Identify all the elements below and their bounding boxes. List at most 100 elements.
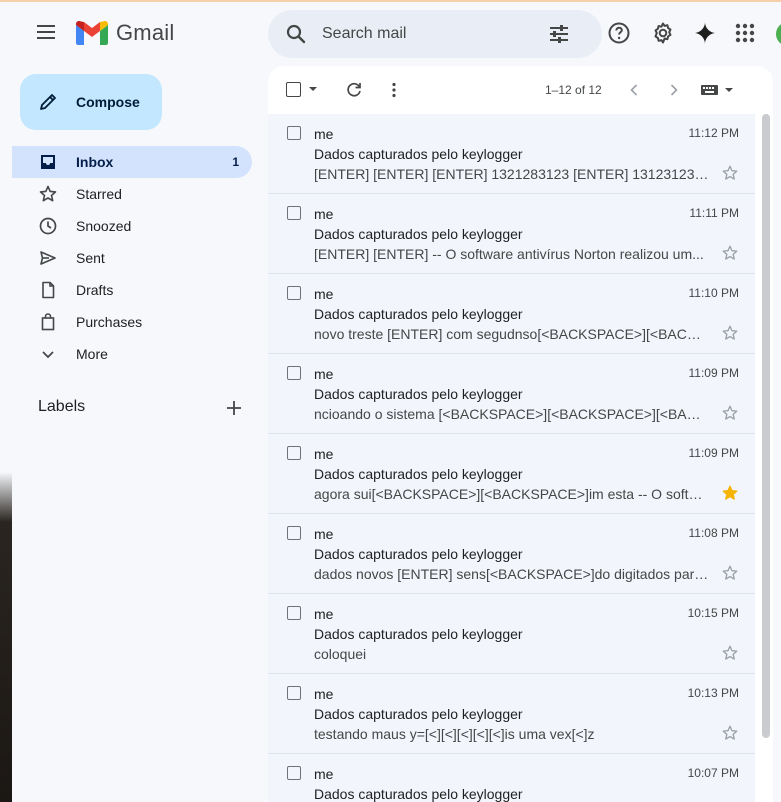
row-checkbox[interactable] <box>287 606 301 620</box>
email-time: 11:09 PM <box>688 446 739 460</box>
email-row[interactable]: me 11:08 PM Dados capturados pelo keylogge… <box>268 514 755 594</box>
email-snippet: novo treste [ENTER] com segudnso[<BACKSP… <box>314 326 710 342</box>
inbox-icon <box>41 155 55 169</box>
email-row[interactable]: me 11:12 PM Dados capturados pelo keylogge… <box>268 114 755 194</box>
row-checkbox[interactable] <box>287 126 301 140</box>
labels-heading: Labels <box>38 398 86 415</box>
select-all-checkbox[interactable] <box>286 82 301 97</box>
clock-icon <box>39 217 57 235</box>
email-snippet: testando maus y=[<][<][<][<][<]is uma ve… <box>314 726 595 742</box>
email-sender: me <box>314 126 334 142</box>
sidebar-item-more[interactable]: More <box>12 338 252 370</box>
compose-label: Compose <box>76 94 140 110</box>
email-row[interactable]: me 10:15 PM Dados capturados pelo keylogge… <box>268 594 755 674</box>
gmail-logo[interactable]: Gmail <box>76 20 174 46</box>
email-snippet: ncioando o sistema [<BACKSPACE>][<BACKSP… <box>314 406 710 422</box>
sidebar-item-purchases[interactable]: Purchases <box>12 306 252 338</box>
sidebar-item-inbox[interactable]: Inbox 1 <box>12 146 252 178</box>
email-time: 11:12 PM <box>688 126 739 140</box>
sidebar-item-starred[interactable]: Starred <box>12 178 252 210</box>
sidebar-item-label: More <box>76 346 108 362</box>
email-time: 10:07 PM <box>687 766 739 780</box>
chevron-right-icon[interactable] <box>664 80 684 100</box>
sidebar-item-drafts[interactable]: Drafts <box>12 274 252 306</box>
apps-grid-icon[interactable] <box>733 21 757 45</box>
unread-count: 1 <box>232 155 239 169</box>
row-checkbox[interactable] <box>287 526 301 540</box>
search-input[interactable] <box>322 23 522 45</box>
chevron-down-icon <box>42 351 54 359</box>
keyboard-icon[interactable] <box>700 80 736 100</box>
star-icon[interactable] <box>721 644 739 662</box>
row-checkbox[interactable] <box>287 206 301 220</box>
message-list-panel: 1–12 of 12 me 11:12 PM Dados capturados pe… <box>268 66 773 802</box>
row-checkbox[interactable] <box>287 366 301 380</box>
sidebar-item-sent[interactable]: Sent <box>12 242 252 274</box>
email-subject: Dados capturados pelo keylogger <box>314 706 523 722</box>
email-subject: Dados capturados pelo keylogger <box>314 786 523 802</box>
email-row[interactable]: me 11:11 PM Dados capturados pelo keylogge… <box>268 194 755 274</box>
sidebar-item-label: Purchases <box>76 314 143 330</box>
email-subject: Dados capturados pelo keylogger <box>314 146 523 162</box>
sidebar-item-label: Inbox <box>76 154 114 170</box>
sidebar-nav: Inbox 1 Starred Snoozed Sent Drafts Purc… <box>12 146 252 370</box>
star-icon[interactable] <box>721 404 739 422</box>
bag-icon <box>41 313 55 331</box>
email-subject: Dados capturados pelo keylogger <box>314 626 523 642</box>
email-row[interactable]: me 11:10 PM Dados capturados pelo keylogge… <box>268 274 755 354</box>
email-row[interactable]: me 10:07 PM Dados capturados pelo keylogge… <box>268 754 755 802</box>
email-sender: me <box>314 446 334 462</box>
avatar[interactable] <box>776 22 781 46</box>
email-subject: Dados capturados pelo keylogger <box>314 386 523 402</box>
scrollbar-thumb[interactable] <box>762 114 770 738</box>
compose-button[interactable]: Compose <box>20 74 162 130</box>
chevron-left-icon[interactable] <box>624 80 644 100</box>
star-icon[interactable] <box>721 324 739 342</box>
email-row[interactable]: me 11:09 PM Dados capturados pelo keylogge… <box>268 434 755 514</box>
email-subject: Dados capturados pelo keylogger <box>314 546 523 562</box>
email-row[interactable]: me 11:09 PM Dados capturados pelo keylogge… <box>268 354 755 434</box>
add-label-icon[interactable] <box>226 400 242 416</box>
gemini-sparkle-icon[interactable] <box>693 21 717 45</box>
search-icon[interactable] <box>284 22 308 46</box>
sidebar-item-label: Sent <box>76 250 105 266</box>
email-time: 11:09 PM <box>688 366 739 380</box>
email-time: 10:15 PM <box>687 606 739 620</box>
row-checkbox[interactable] <box>287 766 301 780</box>
list-toolbar: 1–12 of 12 <box>268 66 773 114</box>
sidebar-item-label: Starred <box>76 186 122 202</box>
email-subject: Dados capturados pelo keylogger <box>314 306 523 322</box>
gear-icon[interactable] <box>651 21 675 45</box>
sidebar-item-snoozed[interactable]: Snoozed <box>12 210 252 242</box>
row-checkbox[interactable] <box>287 286 301 300</box>
refresh-icon[interactable] <box>344 80 364 100</box>
more-vert-icon[interactable] <box>384 80 404 100</box>
app-name: Gmail <box>116 20 175 45</box>
gmail-m-icon <box>76 21 108 45</box>
row-checkbox[interactable] <box>287 686 301 700</box>
sidebar-item-label: Drafts <box>76 282 114 298</box>
email-subject: Dados capturados pelo keylogger <box>314 466 523 482</box>
star-icon[interactable] <box>721 724 739 742</box>
star-icon[interactable] <box>721 244 739 262</box>
tune-icon[interactable] <box>548 23 570 45</box>
desktop-edge <box>0 2 12 802</box>
email-sender: me <box>314 606 334 622</box>
draft-icon <box>42 281 55 299</box>
help-icon[interactable] <box>607 21 631 45</box>
menu-icon[interactable] <box>34 20 58 44</box>
email-snippet: coloquei <box>314 646 367 662</box>
email-sender: me <box>314 526 334 542</box>
email-snippet: [ENTER] [ENTER] [ENTER] 1321283123 [ENTE… <box>314 166 710 182</box>
search-bar[interactable] <box>268 10 602 58</box>
star-icon[interactable] <box>721 164 739 182</box>
select-dropdown-icon[interactable] <box>308 84 318 94</box>
star-icon[interactable] <box>721 484 739 502</box>
star-icon[interactable] <box>721 564 739 582</box>
email-time: 10:13 PM <box>687 686 739 700</box>
email-snippet: dados novos [ENTER] sens[<BACKSPACE>]do … <box>314 566 710 582</box>
email-row[interactable]: me 10:13 PM Dados capturados pelo keylogge… <box>268 674 755 754</box>
row-checkbox[interactable] <box>287 446 301 460</box>
pagination-label: 1–12 of 12 <box>545 83 602 97</box>
email-time: 11:11 PM <box>689 206 739 220</box>
